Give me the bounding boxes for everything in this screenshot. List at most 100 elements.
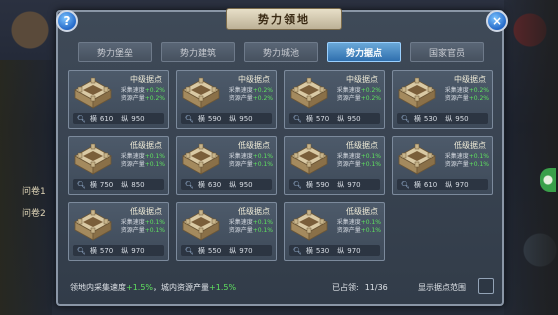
coordinates-bar[interactable]: 🔍︎ 横 590 纵 950 [181,113,272,124]
resource-bonus: +0.2% [252,95,273,102]
stronghold-card-10[interactable]: 低级据点 采集速度+0.1% 资源产量+0.1% 🔍︎ 横 550 纵 970 [176,202,277,261]
coordinates-bar[interactable]: 🔍︎ 横 570 纵 970 [73,245,164,256]
coordinates-bar[interactable]: 🔍︎ 横 530 纵 950 [397,113,488,124]
stronghold-card-7[interactable]: 低级据点 采集速度+0.1% 资源产量+0.1% 🔍︎ 横 590 纵 970 [284,136,385,195]
summary-mid: ，城内资源产量 [153,283,210,292]
magnifier-icon: 🔍︎ [185,114,194,123]
stronghold-card-8[interactable]: 低级据点 采集速度+0.1% 资源产量+0.1% 🔍︎ 横 610 纵 970 [392,136,493,195]
coordinates-bar[interactable]: 🔍︎ 横 750 纵 850 [73,179,164,190]
help-button[interactable]: ? [56,10,78,32]
show-range-checkbox[interactable] [478,278,494,294]
resource-label: 资源产量 [336,161,361,168]
magnifier-icon: 🔍︎ [401,180,410,189]
y-label: 纵 [337,114,345,123]
y-label: 纵 [121,114,129,123]
x-value: 570 [99,246,114,255]
resource-output-stat: 资源产量+0.2% [445,93,489,102]
fortress-icon [398,77,436,109]
y-value: 950 [239,180,253,189]
x-value: 590 [315,180,330,189]
x-label: 横 [89,246,97,255]
coordinates-bar[interactable]: 🔍︎ 横 590 纵 970 [289,179,380,190]
x-value: 590 [207,114,222,123]
magnifier-icon: 🔍︎ [293,180,302,189]
fortress-icon [290,143,328,175]
y-label: 纵 [445,180,453,189]
coordinates-bar[interactable]: 🔍︎ 横 610 纵 950 [73,113,164,124]
stronghold-card-6[interactable]: 低级据点 采集速度+0.1% 资源产量+0.1% 🔍︎ 横 630 纵 950 [176,136,277,195]
resource-label: 资源产量 [228,161,253,168]
magnifier-icon: 🔍︎ [185,246,194,255]
tab-national-officials[interactable]: 国家官员 [410,42,484,62]
territory-dialog: ? 势力领地 × 势力堡垒 势力建筑 势力城池 势力据点 国家官员 中级据点 采… [56,8,508,306]
stronghold-card-3[interactable]: 中级据点 采集速度+0.2% 资源产量+0.2% 🔍︎ 横 570 纵 950 [284,70,385,129]
resource-output-stat: 资源产量+0.2% [121,93,165,102]
y-value: 950 [347,114,361,123]
y-label: 纵 [337,246,345,255]
resource-label: 资源产量 [336,227,361,234]
fortress-icon [74,143,112,175]
fortress-icon [290,77,328,109]
coordinates-bar[interactable]: 🔍︎ 横 550 纵 970 [181,245,272,256]
occupied-label: 已占领: [332,283,359,292]
stronghold-card-5[interactable]: 低级据点 采集速度+0.1% 资源产量+0.1% 🔍︎ 横 750 纵 850 [68,136,169,195]
side-text-2: 问卷2 [22,209,46,219]
tab-bar: 势力堡垒 势力建筑 势力城池 势力据点 国家官员 [78,42,490,62]
y-label: 纵 [229,114,237,123]
x-label: 横 [197,180,205,189]
coordinates-bar[interactable]: 🔍︎ 横 610 纵 970 [397,179,488,190]
x-value: 610 [99,114,114,123]
tab-faction-fortress[interactable]: 势力堡垒 [78,42,152,62]
stronghold-name: 低级据点 [346,207,378,216]
x-value: 550 [207,246,222,255]
tab-faction-buildings[interactable]: 势力建筑 [161,42,235,62]
resource-bonus: +0.2% [360,95,381,102]
stronghold-name: 中级据点 [454,75,486,84]
x-label: 横 [89,180,97,189]
fortress-icon [74,209,112,241]
footer-bar: 领地内采集速度+1.5%，城内资源产量+1.5% 已占领: 11/36 显示据点范… [66,276,496,300]
stronghold-card-4[interactable]: 中级据点 采集速度+0.2% 资源产量+0.2% 🔍︎ 横 530 纵 950 [392,70,493,129]
tab-faction-strongholds[interactable]: 势力据点 [327,42,401,62]
resource-output-stat: 资源产量+0.1% [337,159,381,168]
fortress-icon [74,77,112,109]
resource-output-stat: 资源产量+0.2% [337,93,381,102]
resource-output-stat: 资源产量+0.1% [229,159,273,168]
tab-faction-cities[interactable]: 势力城池 [244,42,318,62]
resource-label: 资源产量 [120,227,145,234]
fortress-icon [182,209,220,241]
resource-label: 资源产量 [444,95,469,102]
y-value: 950 [239,114,253,123]
x-label: 横 [305,246,313,255]
stronghold-card-11[interactable]: 低级据点 采集速度+0.1% 资源产量+0.1% 🔍︎ 横 530 纵 970 [284,202,385,261]
stronghold-card-9[interactable]: 低级据点 采集速度+0.1% 资源产量+0.1% 🔍︎ 横 570 纵 970 [68,202,169,261]
close-button[interactable]: × [486,10,508,32]
y-value: 970 [347,246,361,255]
x-label: 横 [305,114,313,123]
resource-label: 资源产量 [336,95,361,102]
stronghold-grid: 中级据点 采集速度+0.2% 资源产量+0.2% 🔍︎ 横 610 纵 950 中级… [68,70,494,261]
coordinates-bar[interactable]: 🔍︎ 横 570 纵 950 [289,113,380,124]
stronghold-card-2[interactable]: 中级据点 采集速度+0.2% 资源产量+0.2% 🔍︎ 横 590 纵 950 [176,70,277,129]
stronghold-name: 中级据点 [346,75,378,84]
magnifier-icon: 🔍︎ [77,114,86,123]
resource-output-stat: 资源产量+0.2% [229,93,273,102]
resource-bonus: +0.1% [360,161,381,168]
occupied-value: 11/36 [364,283,388,292]
x-value: 530 [423,114,438,123]
magnifier-icon: 🔍︎ [293,246,302,255]
fortress-icon [290,209,328,241]
territory-bonus-summary: 领地内采集速度+1.5%，城内资源产量+1.5% [70,282,236,293]
summary-resource-bonus: +1.5% [209,283,237,292]
coordinates-bar[interactable]: 🔍︎ 横 530 纵 970 [289,245,380,256]
resource-bonus: +0.1% [252,161,273,168]
y-value: 950 [455,114,469,123]
x-value: 750 [99,180,114,189]
green-side-button[interactable] [540,168,556,192]
x-value: 630 [207,180,222,189]
coordinates-bar[interactable]: 🔍︎ 横 630 纵 950 [181,179,272,190]
y-label: 纵 [229,180,237,189]
fortress-icon [182,77,220,109]
stronghold-card-1[interactable]: 中级据点 采集速度+0.2% 资源产量+0.2% 🔍︎ 横 610 纵 950 [68,70,169,129]
summary-prefix: 领地内采集速度 [70,283,126,292]
